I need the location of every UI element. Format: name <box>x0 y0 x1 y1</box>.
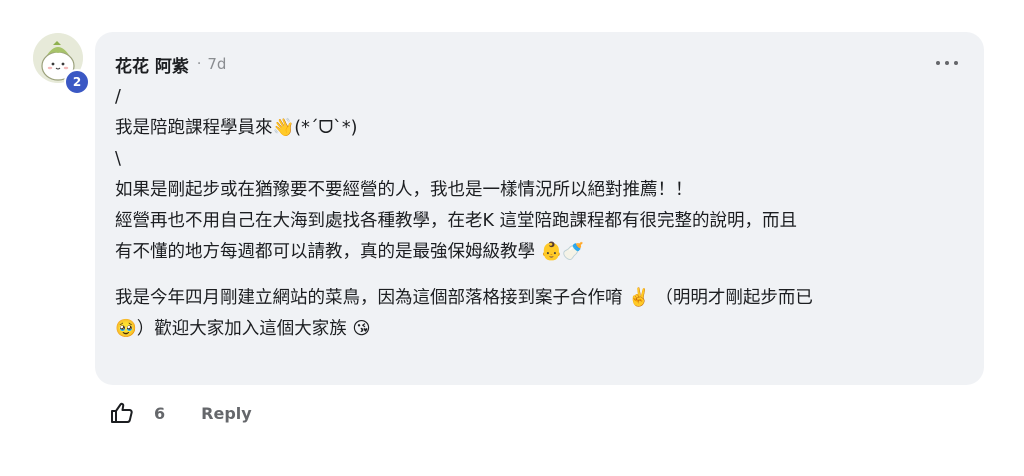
timestamp[interactable]: 7d <box>207 55 226 73</box>
notification-badge: 2 <box>64 69 90 95</box>
comment-line: 有不懂的地方每週都可以請教，真的是最強保姆級教學 👶🍼 <box>115 242 585 262</box>
comment-thread: 2 花花 阿紫 · 7d / 我是陪跑課程學員來👋(*ˊᗜˋ*) \ 如果是剛起… <box>0 0 1024 476</box>
separator-dot: · <box>196 56 202 72</box>
comment-actions: 6 Reply <box>110 400 252 426</box>
comment-line: 我是今年四月剛建立網站的菜鳥，因為這個部落格接到案子合作唷 ✌️ （明明才剛起步… <box>115 288 813 308</box>
reply-button[interactable]: Reply <box>201 404 252 423</box>
comment-line: \ <box>115 149 121 169</box>
comment-bubble: 花花 阿紫 · 7d / 我是陪跑課程學員來👋(*ˊᗜˋ*) \ 如果是剛起步或… <box>95 32 984 385</box>
comment-line: 如果是剛起步或在猶豫要不要經營的人，我也是一樣情況所以絕對推薦！！ <box>115 180 693 200</box>
like-count: 6 <box>154 403 166 423</box>
comment-header: 花花 阿紫 · 7d <box>115 50 962 78</box>
comment-body: / 我是陪跑課程學員來👋(*ˊᗜˋ*) \ 如果是剛起步或在猶豫要不要經營的人，… <box>115 82 962 345</box>
comment-line: 經營再也不用自己在大海到處找各種教學，在老K 這堂陪跑課程都有很完整的說明，而且 <box>115 211 798 231</box>
more-dot <box>954 61 958 65</box>
author-name[interactable]: 花花 阿紫 <box>115 52 189 77</box>
comment-line: 我是陪跑課程學員來👋(*ˊᗜˋ*) <box>115 118 358 138</box>
more-horizontal-icon[interactable] <box>936 54 958 72</box>
more-dot <box>945 61 949 65</box>
avatar-container[interactable]: 2 <box>33 33 90 95</box>
thumbs-up-icon[interactable] <box>110 401 134 425</box>
comment-line: 🥹）歡迎大家加入這個大家族 😘 <box>115 319 371 339</box>
more-dot <box>936 61 940 65</box>
comment-line: / <box>115 87 121 107</box>
